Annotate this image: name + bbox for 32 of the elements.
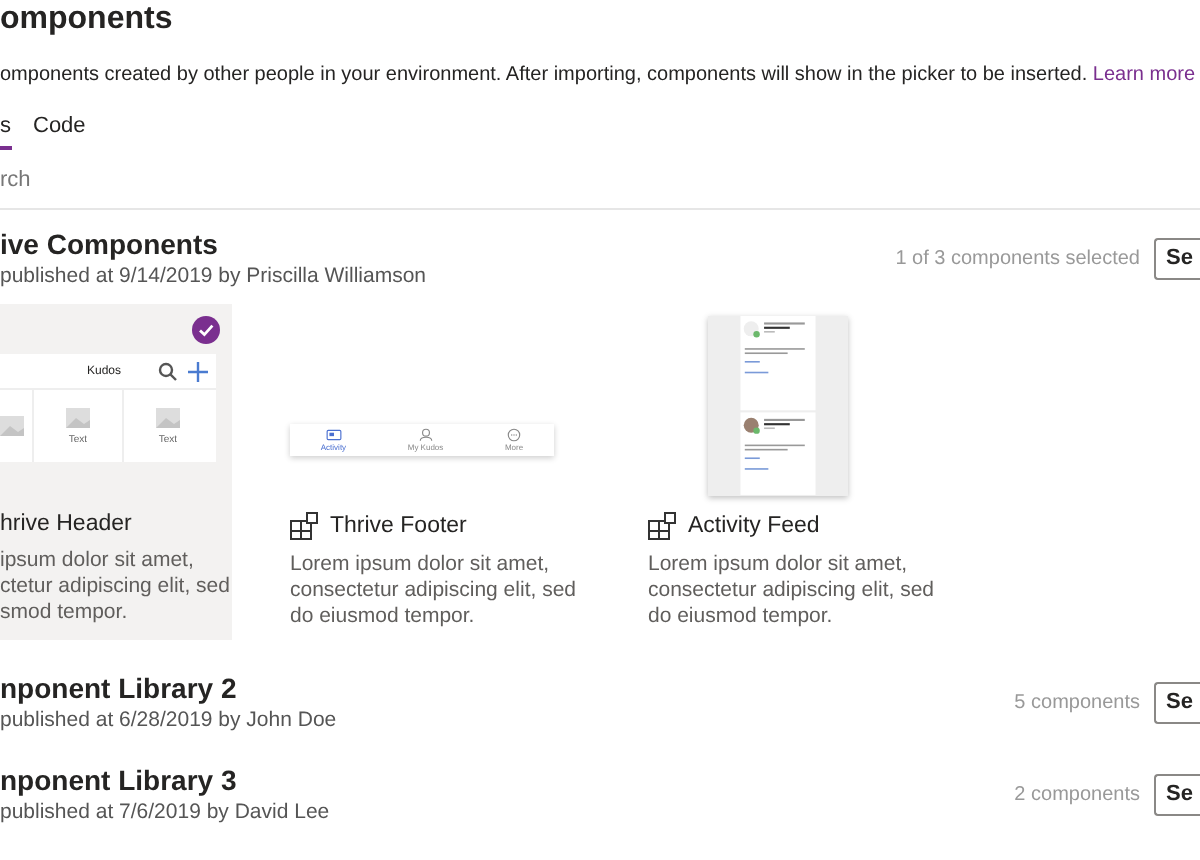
- description-text: omponents created by other people in your environment. After importing, components will show in the picker to be inserted.: [0, 64, 1088, 86]
- library-subtitle: published at 6/28/2019 by John Doe: [0, 708, 339, 732]
- page-title: omponents: [0, 0, 175, 40]
- tab[interactable]: s: [0, 110, 11, 150]
- image-icon: [156, 407, 180, 427]
- component-description: Lorem ipsum dolor sit amet, consectetur adipiscing elit, sed do eiusmod tempor.: [648, 552, 936, 630]
- more-icon: [506, 428, 523, 442]
- component-description: ipsum dolor sit amet, ctetur adipiscing elit, sed smod tempor.: [0, 548, 232, 626]
- checkmark-icon: [192, 316, 220, 344]
- plus-icon: [188, 361, 208, 381]
- component-count: 1 of 3 components selected: [895, 247, 1140, 269]
- select-button[interactable]: Se: [1154, 237, 1200, 279]
- component-description: Lorem ipsum dolor sit amet, consectetur adipiscing elit, sed do eiusmod tempor.: [290, 552, 578, 630]
- component-title: Activity Feed: [688, 514, 820, 538]
- select-button[interactable]: Se: [1154, 773, 1200, 815]
- library-subtitle: published at 9/14/2019 by Priscilla Williamson: [0, 264, 429, 288]
- component-title: Thrive Footer: [330, 514, 467, 538]
- tab[interactable]: Code: [33, 110, 86, 150]
- search-icon: [158, 361, 178, 381]
- library-title: nponent Library 2: [0, 672, 239, 704]
- learn-more-link[interactable]: Learn more: [1092, 64, 1196, 86]
- library-subtitle: published at 7/6/2019 by David Lee: [0, 800, 332, 824]
- person-icon: [417, 428, 434, 442]
- component-count: 2 components: [1014, 783, 1140, 805]
- select-button[interactable]: Se: [1154, 681, 1200, 723]
- library-title: nponent Library 3: [0, 764, 239, 796]
- component-count: 5 components: [1014, 691, 1140, 713]
- card-icon: [325, 428, 342, 442]
- component-title: hrive Header: [0, 512, 132, 536]
- image-icon: [66, 407, 90, 427]
- library-title: ive Components: [0, 228, 220, 260]
- image-icon: [0, 416, 24, 436]
